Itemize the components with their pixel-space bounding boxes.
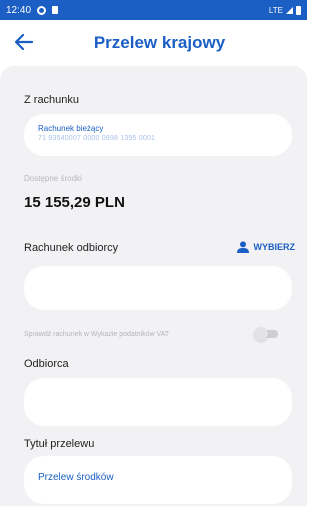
account-name: Rachunek bieżący xyxy=(38,124,104,133)
signal-icon xyxy=(286,6,293,14)
choose-label: WYBIERZ xyxy=(253,242,296,252)
account-number: 71 93540007 0000 0898 1395 0001 xyxy=(38,135,156,142)
from-account-label: Z rachunku xyxy=(24,94,80,106)
status-bar: 12:40 LTE xyxy=(0,0,307,20)
recipient-account-label: Rachunek odbiorcy xyxy=(24,242,119,254)
transfer-form: Z rachunku Rachunek bieżący 71 93540007 … xyxy=(0,66,307,506)
person-icon xyxy=(236,241,249,253)
transfer-title-label: Tytuł przelewu xyxy=(24,438,95,450)
vat-check-label: Sprawdź rachunek w Wykazie podatników VA… xyxy=(24,330,170,338)
recipient-input[interactable] xyxy=(24,378,292,426)
network-label: LTE xyxy=(268,5,283,15)
gear-icon xyxy=(37,5,47,15)
page-title: Przelew krajowy xyxy=(93,33,226,52)
doc-icon xyxy=(52,6,59,14)
available-funds-label: Dostępne środki xyxy=(24,174,82,183)
status-time: 12:40 xyxy=(6,4,32,16)
header: Przelew krajowy xyxy=(0,20,307,66)
toggle-knob xyxy=(254,327,268,341)
recipient-account-input[interactable] xyxy=(24,266,292,310)
from-account-selector[interactable]: Rachunek bieżący 71 93540007 0000 0898 1… xyxy=(24,114,292,156)
choose-recipient-button[interactable]: WYBIERZ xyxy=(236,241,296,253)
battery-icon xyxy=(296,5,301,15)
vat-check-row: Sprawdź rachunek w Wykazie podatników VA… xyxy=(24,327,278,341)
available-funds-amount: 15 155,29 PLN xyxy=(24,194,125,211)
transfer-title-input[interactable]: Przelew środków xyxy=(24,456,292,504)
vat-check-toggle[interactable] xyxy=(254,327,278,341)
recipient-label: Odbiorca xyxy=(24,358,69,370)
arrow-left-icon xyxy=(15,34,33,50)
back-button[interactable] xyxy=(12,30,36,54)
transfer-title-value: Przelew środków xyxy=(38,472,114,483)
